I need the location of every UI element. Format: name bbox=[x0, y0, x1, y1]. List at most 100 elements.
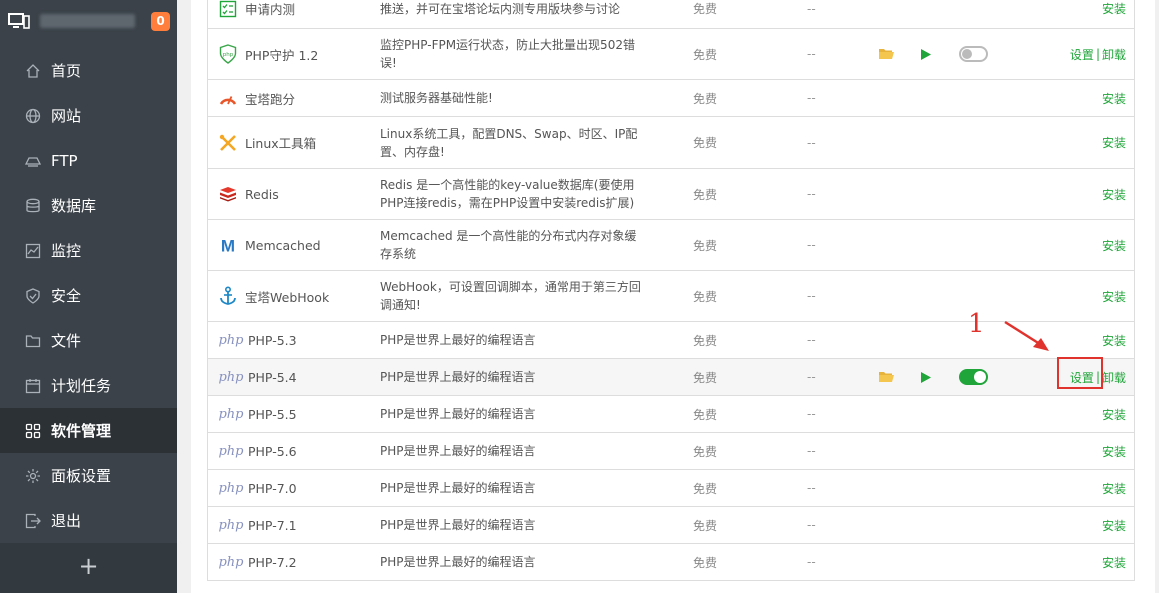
software-price: 免费 bbox=[693, 136, 718, 150]
software-price: 免费 bbox=[693, 187, 718, 202]
monitor-icon bbox=[8, 13, 30, 29]
software-expire: -- bbox=[807, 91, 816, 105]
folder-icon[interactable] bbox=[879, 359, 895, 395]
gear-icon bbox=[24, 467, 41, 484]
sidebar-item-ftp[interactable]: FTP bbox=[0, 138, 177, 183]
sidebar-item-globe[interactable]: 网站 bbox=[0, 93, 177, 138]
toggle-knob bbox=[962, 49, 972, 59]
software-description: 监控PHP-FPM运行状态，防止大批量出现502错误! bbox=[380, 38, 635, 70]
install-link[interactable]: 安装 bbox=[1102, 332, 1126, 349]
sidebar-item-folder[interactable]: 文件 bbox=[0, 318, 177, 363]
tools-icon bbox=[218, 133, 238, 153]
sidebar-item-label: 计划任务 bbox=[51, 377, 112, 395]
software-operations: 设置 | 卸载 bbox=[1006, 29, 1126, 79]
service-toggle[interactable] bbox=[959, 359, 989, 395]
software-operations: 安装 bbox=[1006, 507, 1126, 543]
software-expire: -- bbox=[807, 289, 816, 303]
software-name-text: Memcached bbox=[245, 237, 321, 253]
toggle-switch[interactable] bbox=[959, 369, 988, 385]
software-operations: 安装 bbox=[1006, 0, 1126, 28]
table-row: Redis Redis 是一个高性能的key-value数据库(要使用PHP连接r… bbox=[208, 168, 1134, 219]
software-expire: -- bbox=[807, 47, 816, 61]
sidebar-item-shield[interactable]: 安全 bbox=[0, 273, 177, 318]
software-expire: -- bbox=[807, 187, 816, 201]
sidebar-item-label: 软件管理 bbox=[51, 422, 112, 440]
toggle-switch[interactable] bbox=[959, 46, 988, 62]
php-logo-icon: php bbox=[218, 443, 244, 459]
annotation-number: 1 bbox=[968, 309, 985, 339]
sidebar-item-label: 网站 bbox=[51, 107, 82, 125]
table-row: 申请内测 推送，并可在宝塔论坛内测专用版块参与讨论 免费 -- 安装 bbox=[208, 0, 1134, 28]
install-link[interactable]: 安装 bbox=[1102, 288, 1126, 305]
sidebar-item-home[interactable]: 首页 bbox=[0, 48, 177, 93]
software-operations: 安装 bbox=[1006, 470, 1126, 506]
sidebar-item-logout[interactable]: 退出 bbox=[0, 498, 177, 543]
software-price: 免费 bbox=[693, 555, 718, 570]
svg-text:php: php bbox=[223, 52, 234, 58]
software-operations: 安装 bbox=[1006, 433, 1126, 469]
play-icon[interactable] bbox=[921, 29, 933, 79]
software-name-text: 宝塔WebHook bbox=[245, 289, 330, 305]
sidebar-item-label: FTP bbox=[51, 151, 78, 170]
software-expire: -- bbox=[807, 1, 816, 16]
notification-badge[interactable]: 0 bbox=[151, 12, 170, 31]
sidebar-item-label: 安全 bbox=[51, 287, 82, 305]
software-name: php PHP-7.1 bbox=[218, 507, 378, 543]
main-content: 申请内测 推送，并可在宝塔论坛内测专用版块参与讨论 免费 -- 安装 php PHP守护 1… bbox=[177, 0, 1159, 593]
folder-icon bbox=[24, 332, 41, 349]
service-toggle[interactable] bbox=[959, 29, 989, 79]
sidebar-item-monitor-chart[interactable]: 监控 bbox=[0, 228, 177, 273]
add-shortcut-button[interactable]: + bbox=[0, 543, 177, 593]
software-price: 免费 bbox=[693, 238, 718, 253]
server-hostname-blurred bbox=[40, 14, 135, 28]
play-icon[interactable] bbox=[921, 359, 933, 395]
php-logo-icon: php bbox=[218, 332, 244, 348]
install-link[interactable]: 安装 bbox=[1102, 406, 1126, 423]
install-link[interactable]: 安装 bbox=[1102, 237, 1126, 254]
table-row: php PHP-5.5 PHP是世界上最好的编程语言 免费 -- 安装 bbox=[208, 395, 1134, 432]
home-icon bbox=[24, 62, 41, 79]
software-price: 免费 bbox=[693, 289, 718, 304]
software-description: PHP是世界上最好的编程语言 bbox=[380, 481, 536, 495]
table-row: php PHP-7.0 PHP是世界上最好的编程语言 免费 -- 安装 bbox=[208, 469, 1134, 506]
install-link[interactable]: 安装 bbox=[1102, 554, 1126, 571]
software-name: 宝塔跑分 bbox=[218, 80, 378, 116]
software-operations: 安装 bbox=[1006, 117, 1126, 168]
software-expire: -- bbox=[807, 518, 816, 532]
sidebar-item-label: 面板设置 bbox=[51, 467, 112, 485]
software-description: 推送，并可在宝塔论坛内测专用版块参与讨论 bbox=[380, 1, 621, 16]
sidebar-header: 0 bbox=[0, 0, 177, 42]
table-row: M Memcached Memcached 是一个高性能的分布式内存对象缓存系统 免费… bbox=[208, 219, 1134, 270]
monitor-chart-icon bbox=[24, 242, 41, 259]
grid-icon bbox=[24, 422, 41, 439]
software-description: PHP是世界上最好的编程语言 bbox=[380, 444, 536, 458]
software-expire: -- bbox=[807, 370, 816, 384]
install-link[interactable]: 安装 bbox=[1102, 480, 1126, 497]
install-link[interactable]: 安装 bbox=[1102, 186, 1126, 203]
gauge-icon bbox=[218, 88, 238, 108]
folder-icon[interactable] bbox=[879, 29, 895, 79]
install-link[interactable]: 安装 bbox=[1102, 443, 1126, 460]
sidebar-item-grid[interactable]: 软件管理 bbox=[0, 408, 177, 453]
software-name-text: PHP-5.6 bbox=[248, 443, 297, 459]
software-name: php PHP-5.3 bbox=[218, 322, 378, 358]
software-price: 免费 bbox=[693, 481, 718, 496]
sidebar-item-calendar[interactable]: 计划任务 bbox=[0, 363, 177, 408]
software-operations: 安装 bbox=[1006, 169, 1126, 219]
uninstall-link[interactable]: 卸载 bbox=[1102, 369, 1126, 386]
install-link[interactable]: 安装 bbox=[1102, 90, 1126, 107]
software-operations: 安装 bbox=[1006, 220, 1126, 270]
software-name-text: PHP-5.4 bbox=[248, 369, 297, 385]
sidebar: 0 首页网站 FTP 数据库 监控安全文件计划任务软件管理面板设置退出 + bbox=[0, 0, 177, 593]
sidebar-item-label: 退出 bbox=[51, 512, 82, 530]
uninstall-link[interactable]: 卸载 bbox=[1102, 46, 1126, 63]
settings-link[interactable]: 设置 bbox=[1070, 46, 1094, 63]
software-price: 免费 bbox=[693, 444, 718, 459]
software-expire: -- bbox=[807, 444, 816, 458]
install-link[interactable]: 安装 bbox=[1102, 134, 1126, 151]
sidebar-item-gear[interactable]: 面板设置 bbox=[0, 453, 177, 498]
install-link[interactable]: 安装 bbox=[1102, 517, 1126, 534]
software-name: M Memcached bbox=[218, 220, 378, 270]
install-link[interactable]: 安装 bbox=[1102, 0, 1126, 17]
sidebar-item-database[interactable]: 数据库 bbox=[0, 183, 177, 228]
